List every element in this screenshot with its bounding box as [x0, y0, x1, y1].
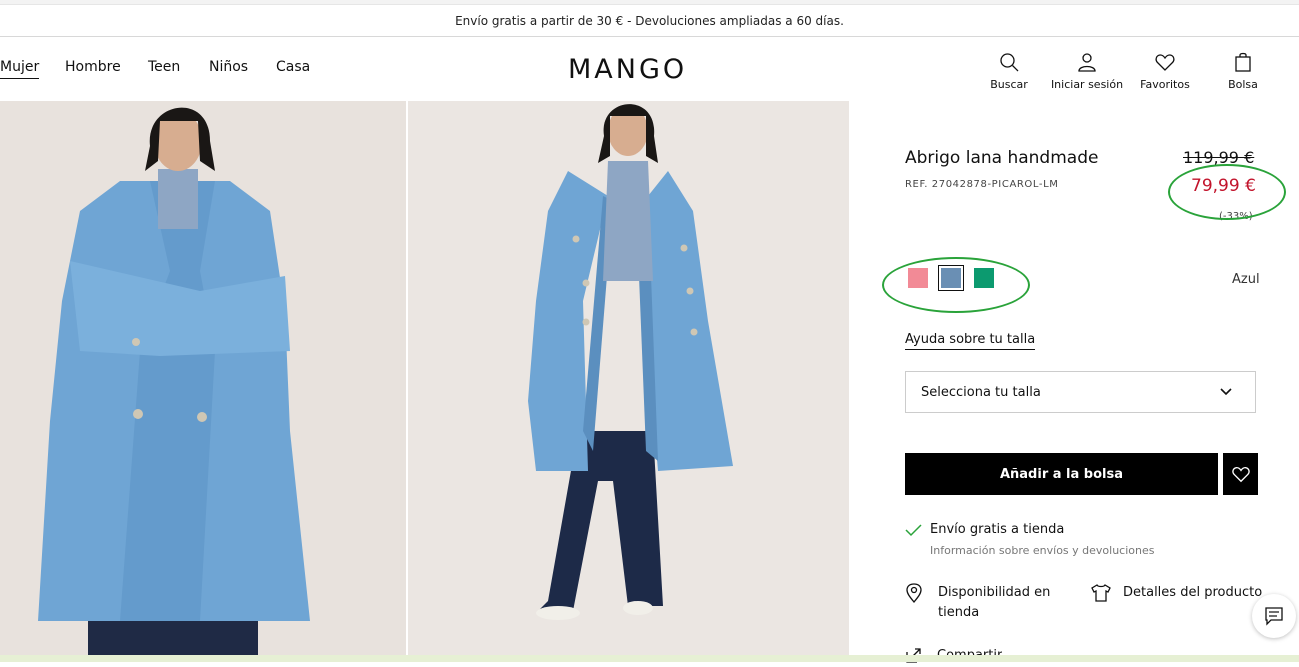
search-label: Buscar	[990, 78, 1028, 91]
favorites-button[interactable]: Favoritos	[1125, 51, 1205, 91]
user-icon	[1078, 53, 1096, 72]
bag-icon	[1235, 52, 1251, 72]
promo-banner: Envío gratis a partir de 30 € - Devoluci…	[0, 5, 1299, 37]
mango-logo[interactable]: MANGO	[568, 54, 687, 85]
nav-link-hombre[interactable]: Hombre	[65, 59, 121, 75]
size-help-link[interactable]: Ayuda sobre tu talla	[905, 332, 1036, 350]
model-standing-image	[408, 101, 849, 655]
heart-icon	[1231, 466, 1250, 483]
nav-link-ninos[interactable]: Niños	[209, 59, 248, 75]
price-annotation-circle	[1168, 164, 1286, 220]
location-pin-icon	[906, 583, 922, 603]
tshirt-icon	[1091, 584, 1111, 602]
promo-text: Envío gratis a partir de 30 € - Devoluci…	[455, 13, 844, 28]
search-button[interactable]: Buscar	[969, 51, 1049, 91]
size-dropdown[interactable]: Selecciona tu talla	[905, 371, 1256, 413]
product-reference: REF. 27042878-PICAROL-LM	[905, 179, 1059, 190]
size-placeholder: Selecciona tu talla	[921, 384, 1041, 400]
product-title: Abrigo lana handmade	[905, 148, 1099, 168]
nav-link-teen[interactable]: Teen	[148, 59, 180, 75]
store-availability-button[interactable]: Disponibilidad en tienda	[905, 583, 1058, 623]
chat-icon	[1265, 607, 1283, 626]
bottom-strip	[0, 655, 1299, 662]
nav-link-casa[interactable]: Casa	[276, 59, 310, 75]
swatch-annotation-circle	[882, 257, 1030, 313]
search-icon	[1000, 53, 1019, 72]
store-availability-label: Disponibilidad en tienda	[938, 585, 1051, 620]
product-photo-full[interactable]	[408, 101, 849, 655]
check-icon	[905, 523, 922, 536]
favorites-label: Favoritos	[1140, 78, 1190, 91]
login-label: Iniciar sesión	[1050, 78, 1124, 91]
product-details-button[interactable]: Detalles del producto	[1091, 583, 1262, 603]
add-to-favorites-button[interactable]	[1223, 453, 1258, 495]
chat-button[interactable]	[1252, 594, 1296, 638]
login-button[interactable]: Iniciar sesión	[1047, 51, 1127, 91]
product-photo-front[interactable]	[0, 101, 406, 655]
model-arms-crossed-image	[0, 101, 406, 655]
product-details-label: Detalles del producto	[1123, 585, 1263, 600]
bag-button[interactable]: Bolsa	[1203, 51, 1283, 91]
shipping-title: Envío gratis a tienda	[930, 522, 1065, 537]
add-to-bag-button[interactable]: Añadir a la bolsa	[905, 453, 1218, 495]
shipping-info: Envío gratis a tienda	[905, 522, 1064, 537]
heart-icon	[1155, 54, 1175, 71]
bag-label: Bolsa	[1228, 78, 1258, 91]
header-nav: Mujer Hombre Teen Niños Casa MANGO Busca…	[0, 37, 1299, 100]
chevron-down-icon	[1220, 388, 1232, 396]
selected-color-name: Azul	[1232, 272, 1260, 287]
nav-link-mujer[interactable]: Mujer	[0, 59, 40, 79]
shipping-info-link[interactable]: Información sobre envíos y devoluciones	[930, 544, 1155, 557]
